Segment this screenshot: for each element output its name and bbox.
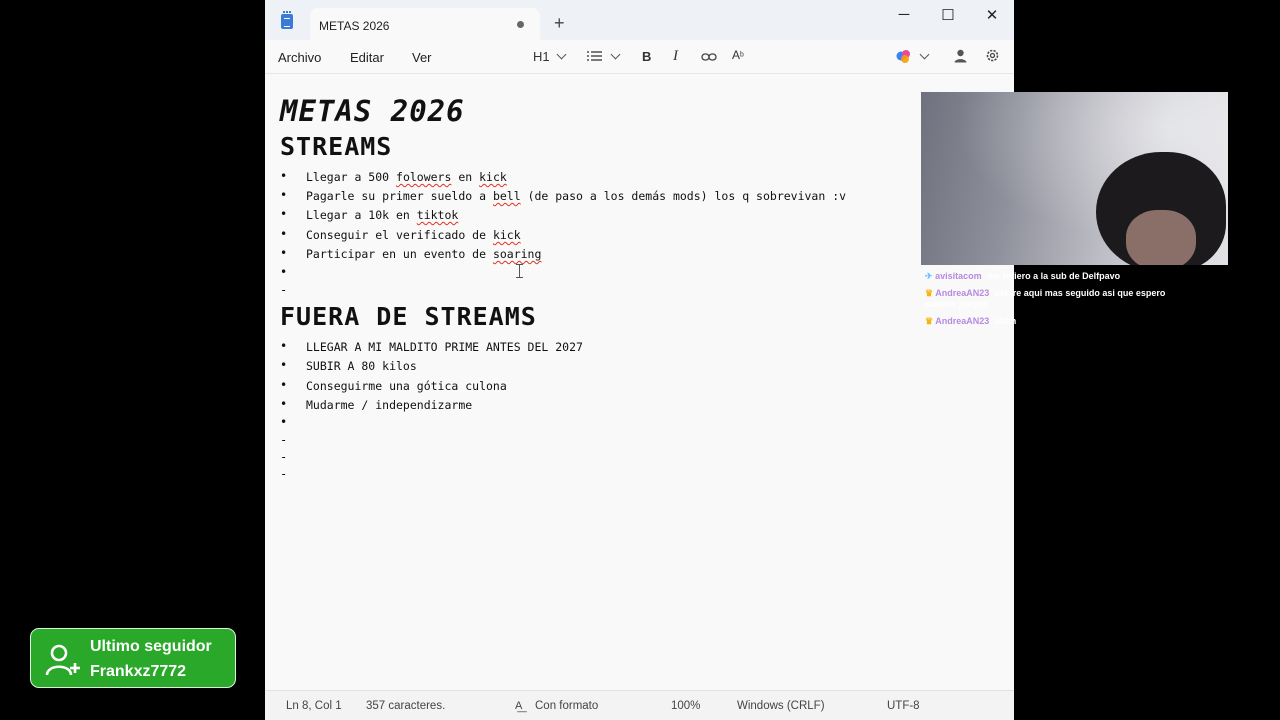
- dash-line: -: [280, 283, 288, 297]
- list-item: Pagarle su primer sueldo a bell (de paso…: [306, 189, 847, 203]
- tab-title: METAS 2026: [319, 19, 390, 33]
- bullet-icon: •: [280, 188, 288, 202]
- chat-message: ✈ avisitacom: me refiero a la sub de Del…: [925, 271, 1121, 281]
- bullet-icon: •: [280, 415, 288, 429]
- link-icon[interactable]: [701, 50, 717, 65]
- bullet-icon: •: [280, 227, 288, 241]
- chat-username: avisitacom: [935, 271, 982, 281]
- maximize-button[interactable]: ☐: [933, 6, 963, 24]
- crown-icon: ♛: [925, 288, 934, 298]
- bullet-icon: •: [280, 397, 288, 411]
- bold-button[interactable]: B: [642, 49, 651, 64]
- tab-metas-2026[interactable]: METAS 2026: [310, 8, 540, 40]
- minimize-button[interactable]: ─: [889, 6, 919, 23]
- close-button[interactable]: ✕: [977, 6, 1007, 24]
- follower-name: Frankxz7772: [90, 663, 187, 680]
- bullet-icon: •: [280, 358, 288, 372]
- list-item: Conseguir el verificado de kick: [306, 228, 521, 242]
- crown-icon: ♛: [925, 316, 934, 326]
- chevron-down-icon[interactable]: [556, 49, 567, 60]
- stream-chat: ✈ avisitacom: me refiero a la sub de Del…: [925, 271, 1185, 333]
- menu-bar: Archivo Editar Ver H1 B I Aᵇ: [265, 40, 1014, 74]
- notepad-app-icon: [281, 11, 293, 29]
- format-icon[interactable]: A͟: [515, 700, 522, 712]
- section-heading-streams: STREAMS: [280, 132, 393, 161]
- menu-editar[interactable]: Editar: [350, 50, 384, 65]
- chat-username: AndreaAN23: [935, 316, 990, 326]
- heading-dropdown[interactable]: H1: [533, 49, 550, 64]
- document-editor[interactable]: METAS 2026 STREAMS • Llegar a 500 folowe…: [265, 74, 1014, 686]
- bullet-icon: •: [280, 246, 288, 260]
- zoom-level[interactable]: 100%: [671, 700, 700, 712]
- status-bar: Ln 8, Col 1 357 caracteres. A͟ Con forma…: [265, 690, 1014, 720]
- clear-formatting-icon[interactable]: Aᵇ: [732, 48, 744, 62]
- chevron-down-icon[interactable]: [610, 49, 621, 60]
- copilot-icon[interactable]: [896, 49, 911, 67]
- italic-button[interactable]: I: [673, 48, 678, 65]
- webcam-feed: [921, 92, 1228, 265]
- unsaved-dot-icon[interactable]: [517, 21, 524, 28]
- chat-username: AndreaAN23: [935, 288, 990, 298]
- bullet-icon: •: [280, 169, 288, 183]
- list-item: LLEGAR A MI MALDITO PRIME ANTES DEL 2027: [306, 340, 583, 354]
- new-tab-button[interactable]: +: [554, 14, 565, 32]
- chat-message: ♛ AndreaAN23: ahhh: [925, 316, 1017, 326]
- chat-badge-icon: ✈: [925, 271, 933, 281]
- chat-message: ♛ AndreaAN23: estare aqui mas seguido as…: [925, 288, 1166, 309]
- list-item: Llegar a 500 folowers en kick: [306, 170, 507, 184]
- bullet-icon: •: [280, 339, 288, 353]
- follower-title: Ultimo seguidor: [90, 638, 212, 655]
- title-bar: METAS 2026 + ─ ☐ ✕: [265, 0, 1014, 40]
- encoding[interactable]: UTF-8: [887, 700, 920, 712]
- format-mode[interactable]: Con formato: [535, 700, 598, 712]
- cursor-position: Ln 8, Col 1: [286, 700, 342, 712]
- list-item: Mudarme / independizarme: [306, 398, 473, 412]
- add-user-icon: [45, 644, 80, 676]
- character-count: 357 caracteres.: [366, 700, 446, 712]
- chevron-down-icon[interactable]: [919, 49, 930, 60]
- dash-line: -: [280, 433, 288, 447]
- list-icon[interactable]: [587, 50, 603, 65]
- list-item: Llegar a 10k en tiktok: [306, 208, 459, 222]
- gear-icon[interactable]: [985, 48, 1000, 66]
- menu-ver[interactable]: Ver: [412, 50, 432, 65]
- bullet-icon: •: [280, 207, 288, 221]
- dash-line: -: [280, 450, 288, 464]
- last-follower-widget: Ultimo seguidor Frankxz7772: [30, 628, 236, 688]
- bullet-icon: •: [280, 265, 288, 279]
- section-heading-fuera: FUERA DE STREAMS: [280, 302, 537, 331]
- notepad-window: METAS 2026 + ─ ☐ ✕ Archivo Editar Ver H1…: [265, 0, 1014, 720]
- list-item: SUBIR A 80 kilos: [306, 359, 417, 373]
- document-title: METAS 2026: [280, 94, 465, 128]
- dash-line: -: [280, 467, 288, 481]
- line-ending[interactable]: Windows (CRLF): [737, 700, 825, 712]
- bullet-icon: •: [280, 378, 288, 392]
- list-item: Participar en un evento de soaring: [306, 247, 542, 261]
- chat-text: ahhh: [994, 316, 1017, 326]
- account-icon[interactable]: [954, 49, 967, 66]
- chat-text: me refiero a la sub de Delfpavo: [987, 271, 1121, 281]
- menu-archivo[interactable]: Archivo: [278, 50, 321, 65]
- list-item: Conseguirme una gótica culona: [306, 379, 507, 393]
- webcam-person-face: [1126, 210, 1196, 265]
- text-cursor-icon: [516, 264, 523, 278]
